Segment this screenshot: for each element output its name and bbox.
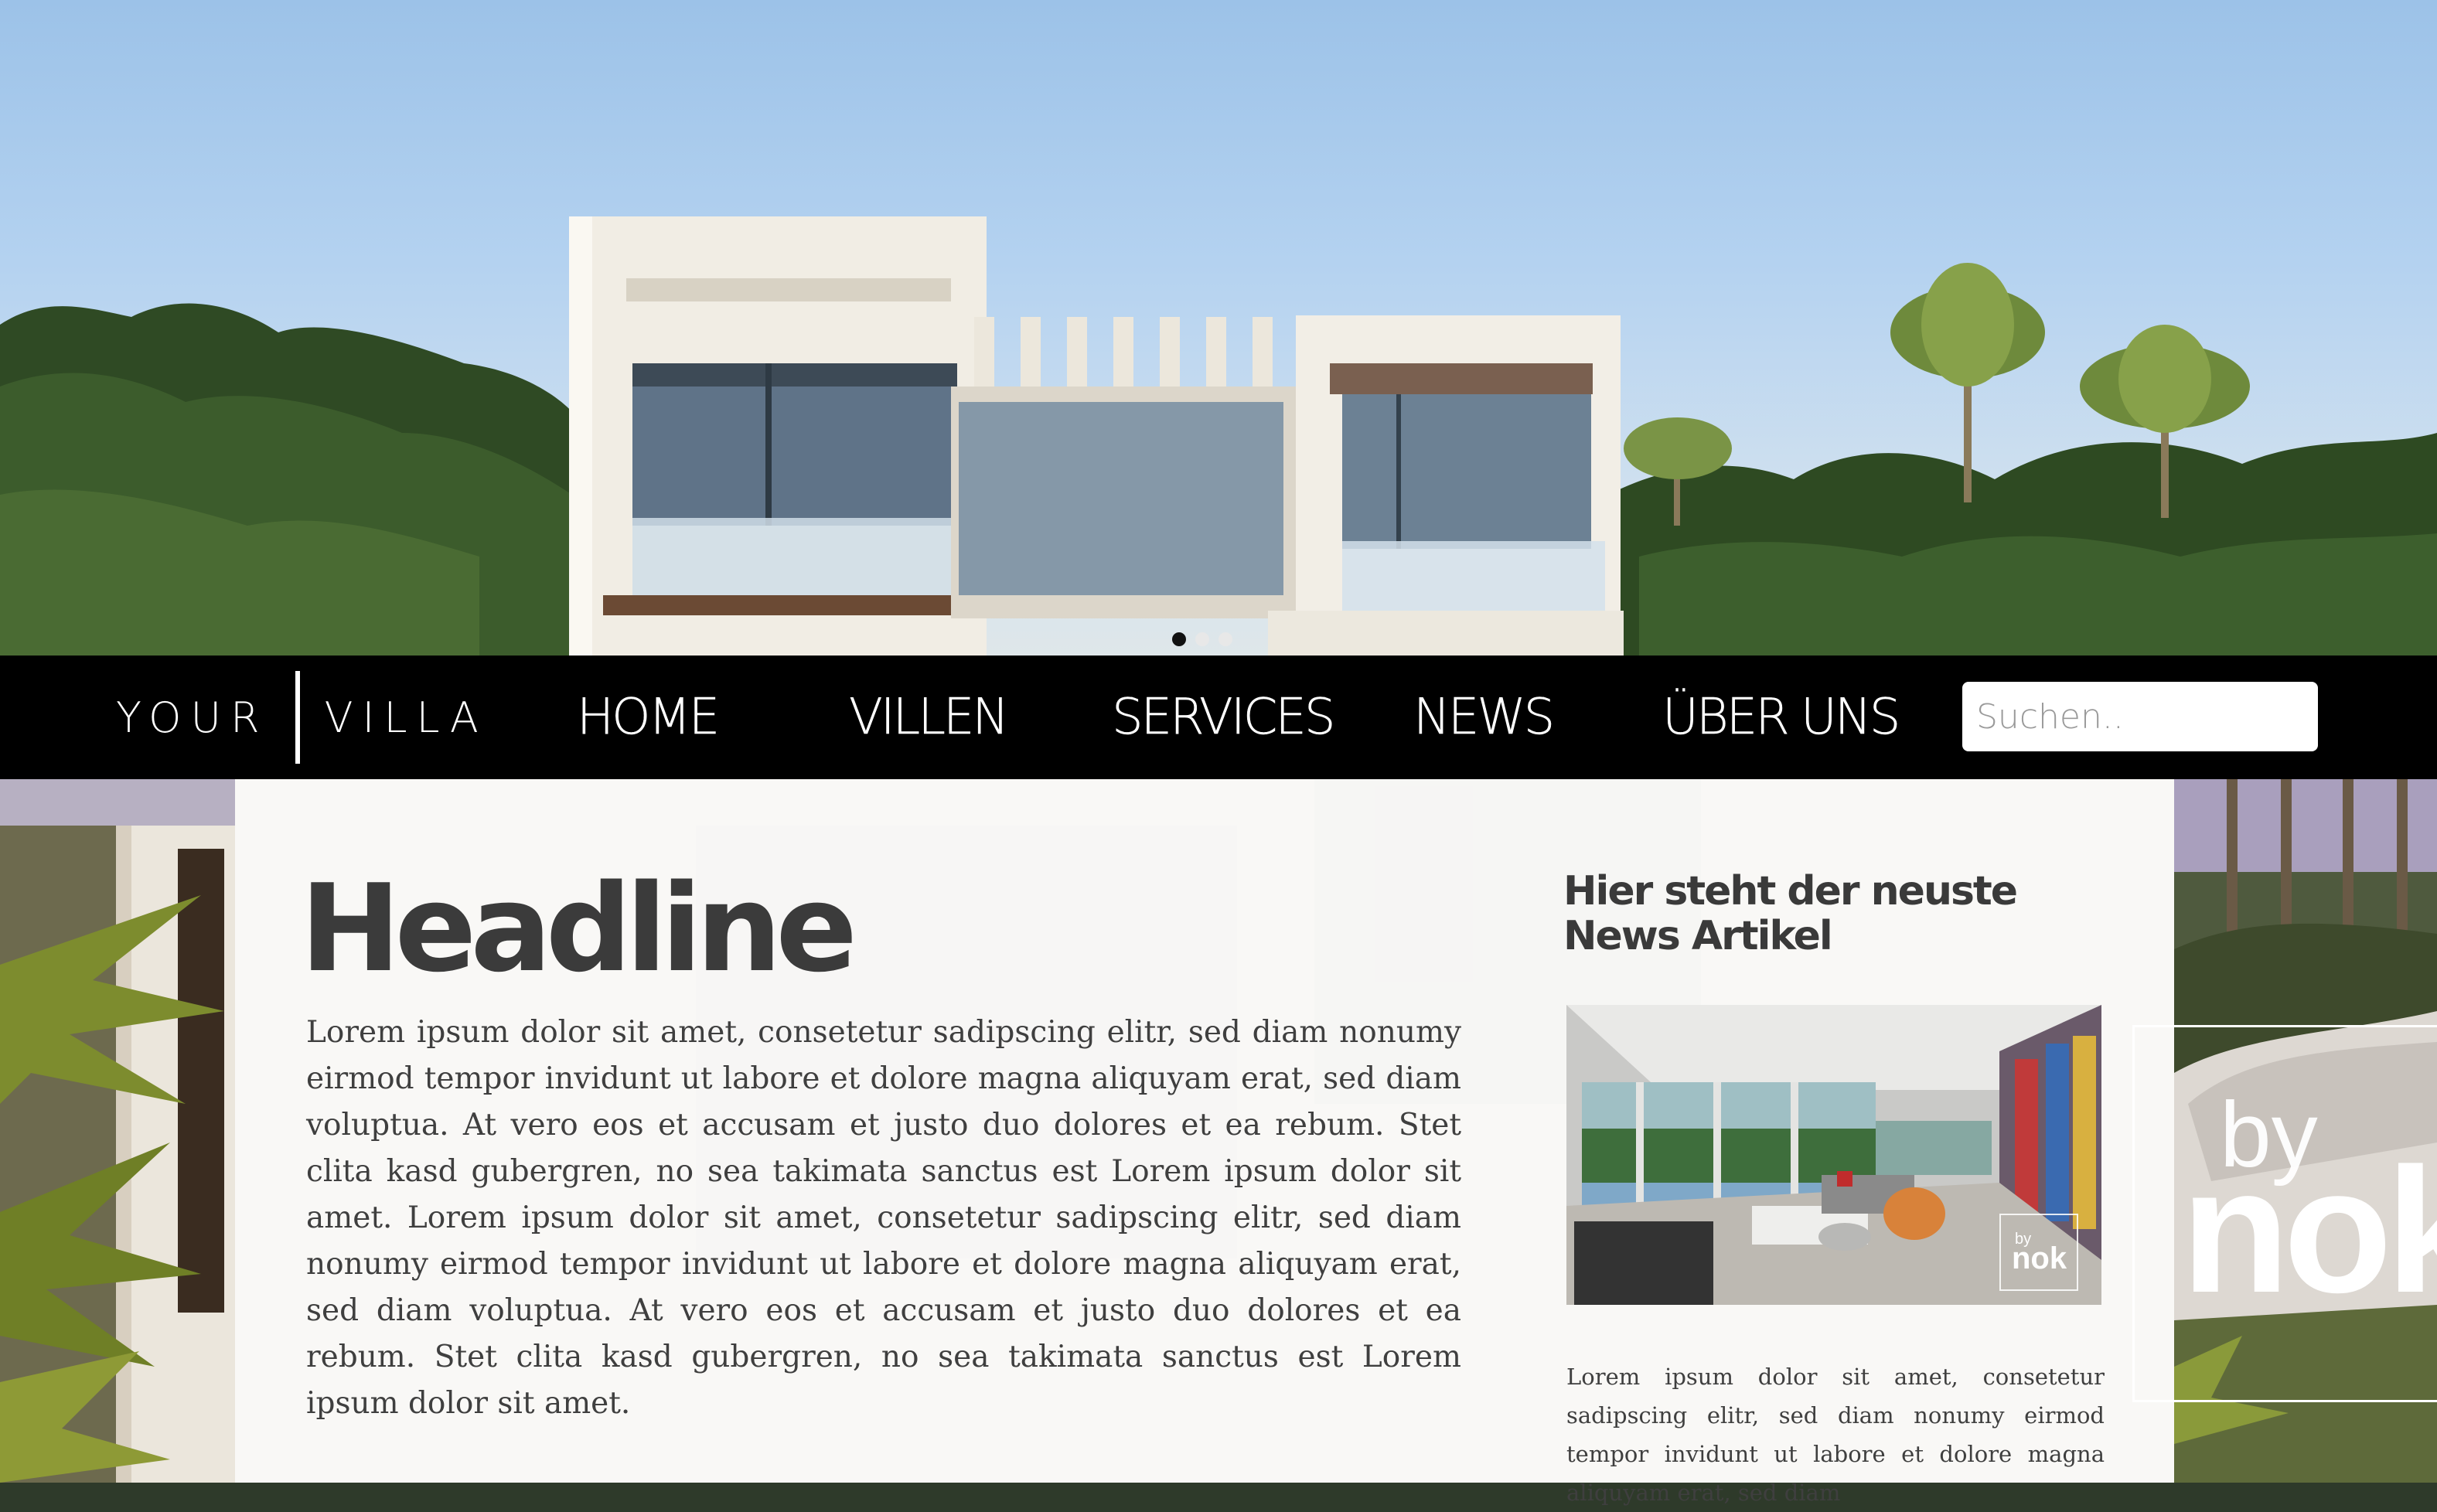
- main-body-text: Lorem ipsum dolor sit amet, consetetur s…: [306, 1015, 1461, 1421]
- brand-logo-text: nok: [2181, 1131, 2437, 1330]
- logo-word-your: YOUR: [116, 693, 269, 742]
- slider-dot-1[interactable]: [1172, 632, 1186, 646]
- news-image[interactable]: by nok: [1566, 1005, 2101, 1305]
- brand-frame: by nok: [2132, 1025, 2437, 1402]
- main-navigation: YOUR VILLA HOME VILLEN SERVICES NEWS ÜBE…: [0, 656, 2437, 779]
- news-title[interactable]: Hier steht der neuste News Artikel: [1563, 869, 2120, 959]
- news-image-brand-badge: by nok: [1999, 1214, 2078, 1291]
- hero-image: [0, 216, 2437, 656]
- slider-dots: [1172, 632, 1232, 646]
- nav-item-home[interactable]: HOME: [577, 656, 721, 779]
- nav-item-ueber-uns[interactable]: ÜBER UNS: [1662, 656, 1901, 779]
- site-logo[interactable]: YOUR VILLA: [116, 671, 488, 764]
- hero-slider[interactable]: [0, 0, 2437, 656]
- search-input[interactable]: [1962, 682, 2318, 751]
- nav-item-villen[interactable]: VILLEN: [849, 656, 1010, 779]
- logo-word-villa: VILLA: [324, 693, 488, 742]
- slider-dot-3[interactable]: [1218, 632, 1232, 646]
- slider-dot-2[interactable]: [1195, 632, 1209, 646]
- nav-item-services[interactable]: SERVICES: [1112, 656, 1336, 779]
- logo-divider: [295, 671, 300, 764]
- page-headline: Headline: [300, 858, 857, 999]
- news-excerpt: Lorem ipsum dolor sit amet, consetetur s…: [1566, 1364, 2105, 1506]
- nav-item-news[interactable]: NEWS: [1413, 656, 1556, 779]
